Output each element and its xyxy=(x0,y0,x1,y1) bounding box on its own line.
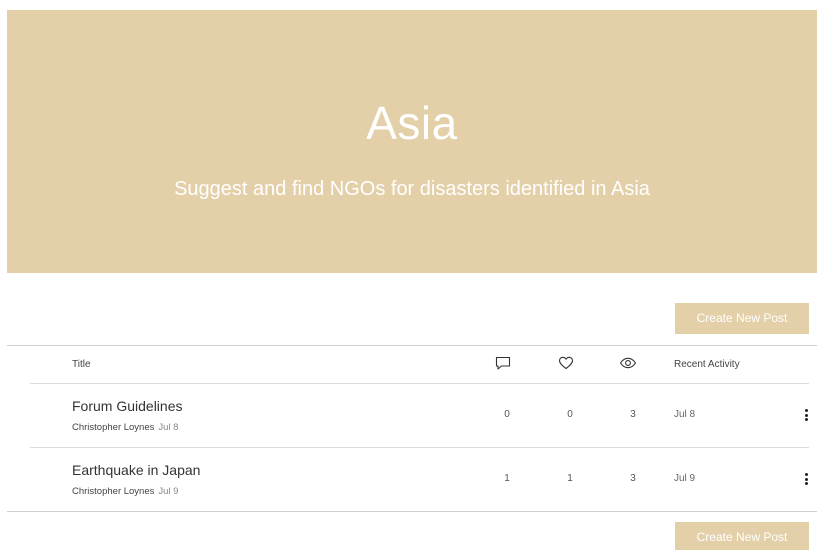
post-meta: Christopher Loynes Jul 8 xyxy=(72,422,178,434)
comment-icon xyxy=(495,356,511,370)
create-new-post-button[interactable]: Create New Post xyxy=(675,522,809,550)
comment-count: 1 xyxy=(504,473,510,484)
like-count: 1 xyxy=(567,473,573,484)
view-count: 3 xyxy=(630,409,636,420)
table-top-divider xyxy=(7,345,817,346)
like-count: 0 xyxy=(567,409,573,420)
header-divider xyxy=(30,383,809,384)
row-divider xyxy=(30,447,809,448)
recent-activity-date[interactable]: Jul 9 xyxy=(674,473,695,485)
comment-count: 0 xyxy=(504,409,510,420)
create-new-post-button[interactable]: Create New Post xyxy=(675,303,809,334)
more-actions-icon[interactable] xyxy=(800,409,812,423)
post-meta: Christopher Loynes Jul 9 xyxy=(72,486,178,498)
eye-icon xyxy=(619,357,637,369)
post-title[interactable]: Forum Guidelines xyxy=(72,397,183,415)
recent-activity-date[interactable]: Jul 8 xyxy=(674,409,695,421)
view-count: 3 xyxy=(630,473,636,484)
category-description: Suggest and find NGOs for disasters iden… xyxy=(174,178,650,200)
category-title: Asia xyxy=(366,97,458,149)
post-title[interactable]: Earthquake in Japan xyxy=(72,461,200,479)
forum-category-page: Asia Suggest and find NGOs for disasters… xyxy=(0,0,817,550)
table-bottom-divider xyxy=(7,511,817,512)
post-author[interactable]: Christopher Loynes xyxy=(72,422,154,433)
post-author[interactable]: Christopher Loynes xyxy=(72,486,154,497)
heart-icon xyxy=(558,356,574,370)
post-date: Jul 9 xyxy=(158,486,179,497)
post-date: Jul 8 xyxy=(158,422,179,433)
column-header-title: Title xyxy=(72,359,91,370)
category-banner: Asia Suggest and find NGOs for disasters… xyxy=(7,10,817,273)
more-actions-icon[interactable] xyxy=(800,473,812,487)
column-header-recent-activity: Recent Activity xyxy=(674,359,740,370)
